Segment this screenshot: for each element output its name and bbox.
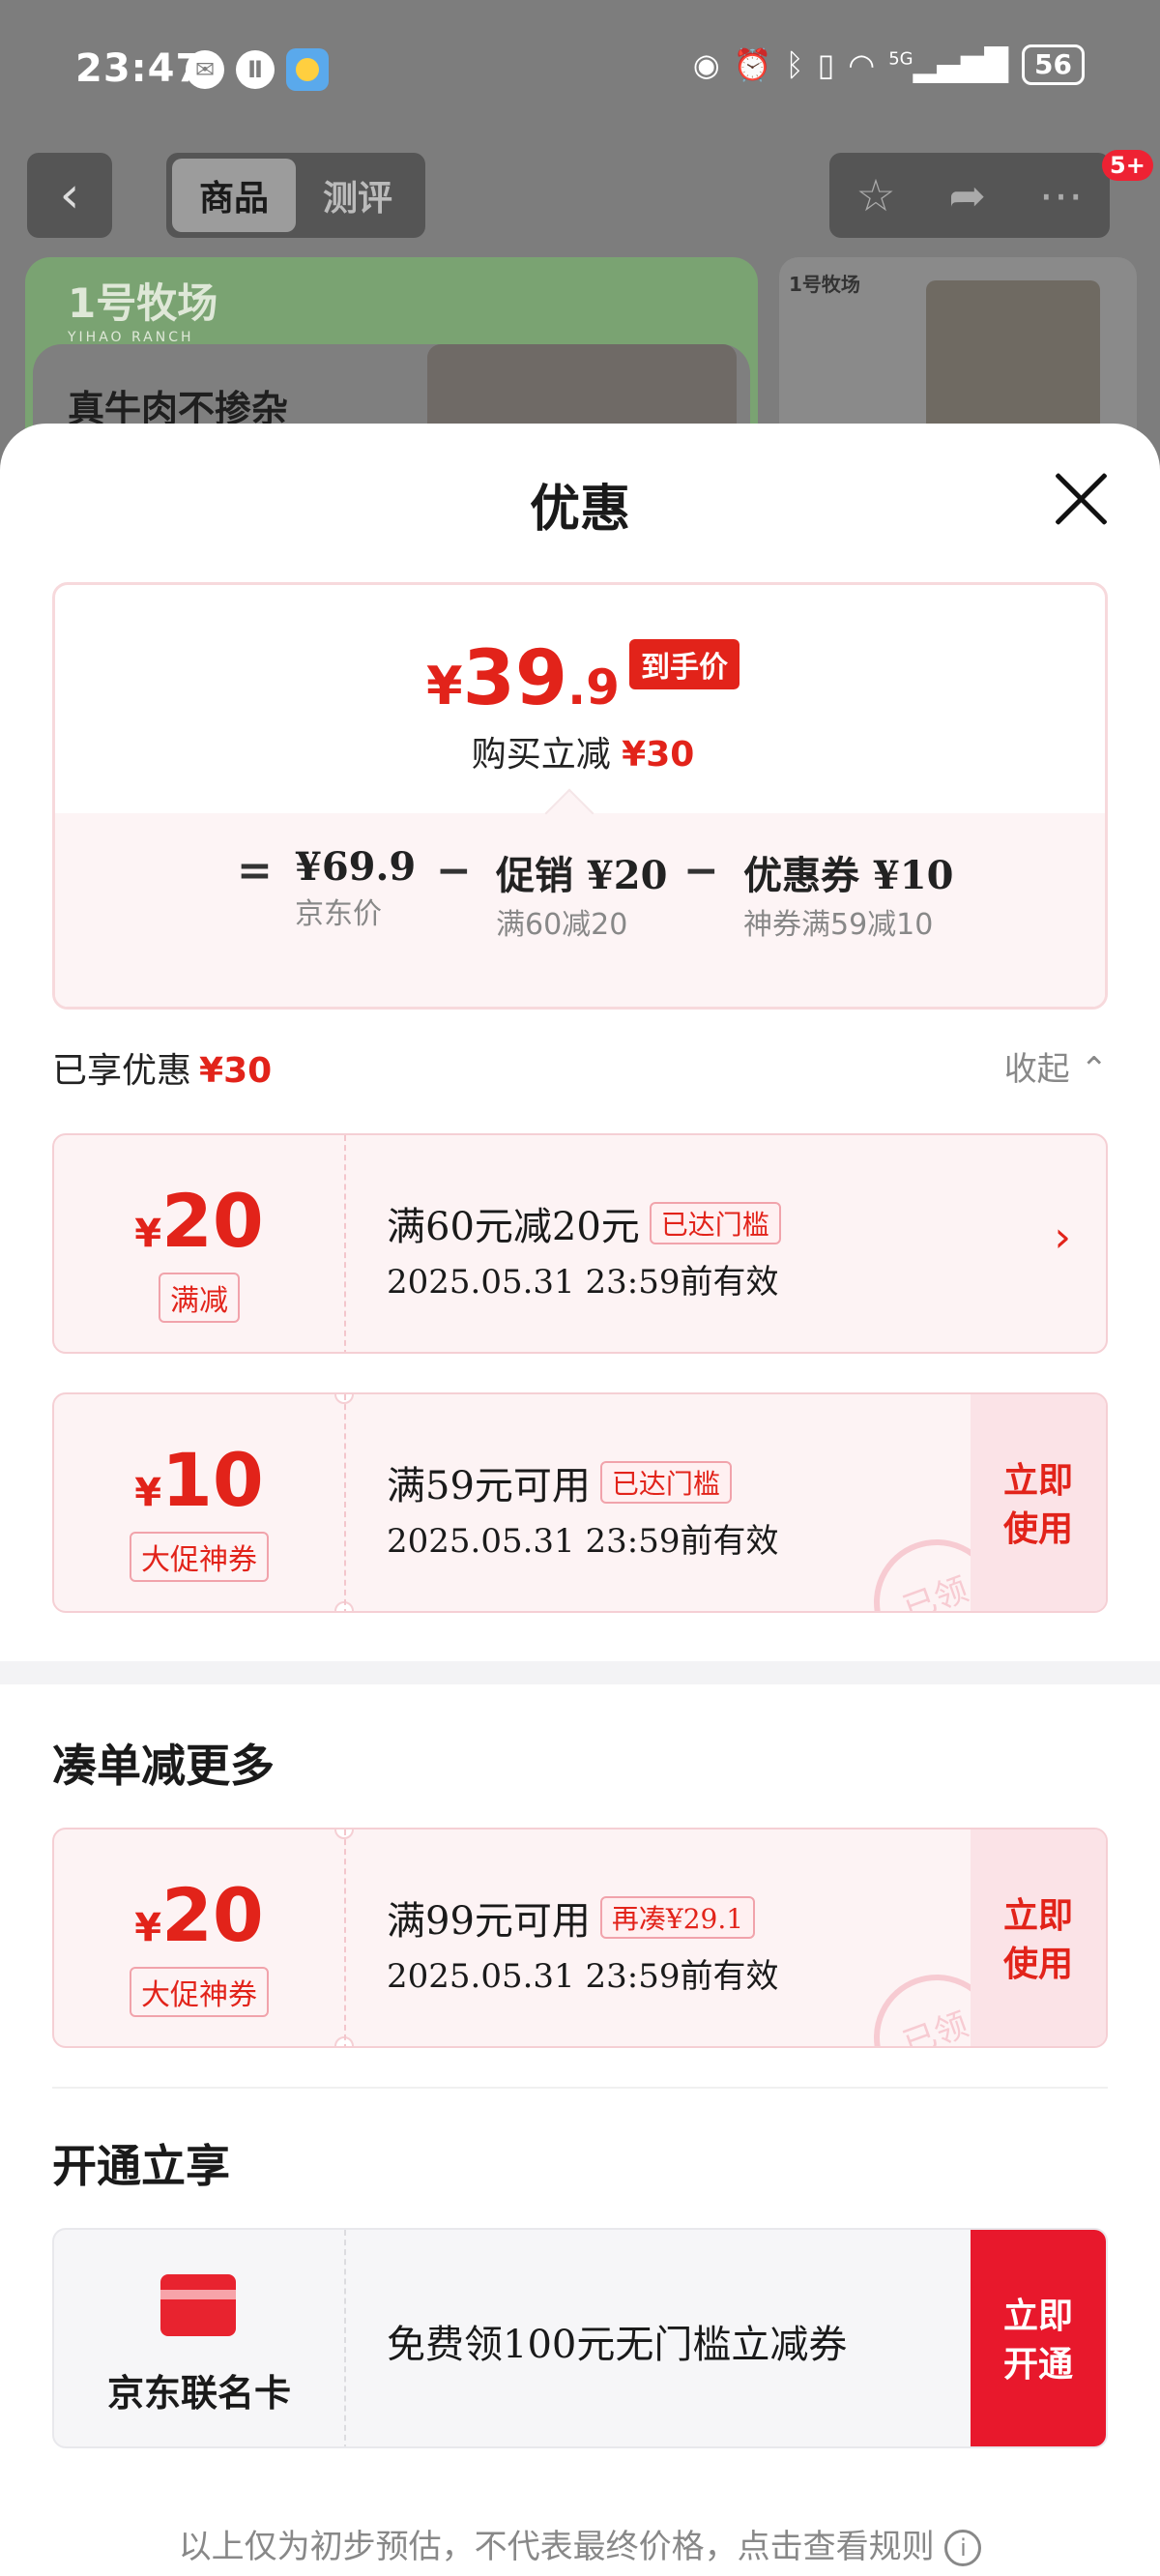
nav-tabs: 商品 测评: [166, 153, 425, 238]
section-title-more: 凑单减更多: [52, 1740, 275, 1792]
nav-actions: ☆ ➦ ⋯: [829, 153, 1110, 238]
coupon-type-tag: 大促神券: [130, 1967, 269, 2017]
battery-icon: 56: [1022, 44, 1085, 85]
wifi-icon: ◠: [848, 46, 876, 83]
coupon-validity: 2025.05.31 23:59前有效: [387, 1522, 779, 1561]
brand-logo: 1号牧场 YIHAO RANCH: [68, 279, 218, 345]
chevron-right-icon[interactable]: ›: [1054, 1213, 1071, 1262]
weather-icon: [286, 48, 329, 91]
star-icon[interactable]: ☆: [856, 169, 895, 221]
more-icon[interactable]: ⋯: [1039, 169, 1084, 221]
coupon-title: 满59元可用 已达门槛: [387, 1454, 732, 1510]
rules-footer[interactable]: 以上仅为初步预估，不代表最终价格，点击查看规则 i: [0, 2520, 1160, 2567]
price-summary: ¥39.9 到手价 购买立减 ¥30 = ¥69.9 京东价 − 促销 ¥20 满…: [52, 582, 1108, 1010]
coupon-title: 满99元可用 再凑¥29.1: [387, 1889, 756, 1946]
open-now-button[interactable]: 立即 开通: [971, 2230, 1106, 2446]
wechat-icon: ✉: [186, 50, 224, 89]
use-now-button[interactable]: 立即 使用: [971, 1830, 1106, 2046]
section-divider: [0, 1661, 1160, 1684]
final-price-tag: 到手价: [628, 639, 740, 689]
coupon-validity: 2025.05.31 23:59前有效: [387, 1263, 779, 1302]
chevron-up-icon: ⌃: [1080, 1050, 1109, 1089]
coupon-status-badge: 已达门槛: [649, 1202, 781, 1244]
alarm-icon: ⏰: [733, 46, 772, 83]
status-bar: 23:47 ✉ Ⅱ ◉ ⏰ ᛒ ▯ ◠ 5G▂▄▆█ 56: [0, 0, 1160, 145]
breakdown-coupon: 优惠券 ¥10 神券满59减10: [743, 853, 954, 942]
price-breakdown: = ¥69.9 京东价 − 促销 ¥20 满60减20 − 优惠券 ¥10 神券…: [55, 813, 1105, 1007]
tab-product[interactable]: 商品: [172, 159, 296, 232]
coupon-status-badge: 再凑¥29.1: [599, 1896, 756, 1939]
share-icon[interactable]: ➦: [948, 169, 986, 221]
coupon-validity: 2025.05.31 23:59前有效: [387, 1957, 779, 1996]
sheet-title: 优惠: [529, 480, 630, 539]
signal-icon: 5G▂▄▆█: [888, 46, 1009, 83]
coupon-amount: ¥20: [134, 1178, 264, 1264]
eye-icon: ◉: [692, 46, 720, 83]
coupon-amount: ¥10: [134, 1437, 264, 1523]
app-icon: Ⅱ: [236, 50, 275, 89]
enjoyed-discount-row: 已享优惠 ¥30 收起 ⌃: [52, 1042, 1108, 1100]
discount-sheet: 优惠 ¥39.9 到手价 购买立减 ¥30 = ¥69.9 京东价 − 促销 ¥2…: [0, 424, 1160, 2576]
notification-badge: 5+: [1102, 150, 1153, 181]
tab-review[interactable]: 测评: [296, 159, 420, 232]
collapse-toggle[interactable]: 收起 ⌃: [1004, 1042, 1108, 1090]
breakdown-promotion: 促销 ¥20 满60减20: [496, 853, 668, 942]
coupon-type-tag: 大促神券: [130, 1532, 269, 1582]
coupon-title: 满60元减20元 已达门槛: [387, 1195, 781, 1251]
coupon-card[interactable]: ¥10 大促神券 满59元可用 已达门槛 2025.05.31 23:59前有效 …: [52, 1392, 1108, 1613]
breakdown-jd-price: ¥69.9 京东价: [295, 844, 417, 931]
coupon-card[interactable]: ¥20 满减 满60元减20元 已达门槛 2025.05.31 23:59前有效 …: [52, 1133, 1108, 1354]
final-price: ¥39.9 到手价: [55, 635, 1105, 722]
reduction-text: 购买立减 ¥30: [471, 735, 695, 775]
credit-card-icon: [160, 2274, 236, 2336]
jd-card-offer[interactable]: 京东联名卡 免费领100元无门槛立减券 立即 开通: [52, 2228, 1108, 2448]
coupon-type-tag: 满减: [159, 1273, 240, 1323]
vibrate-icon: ▯: [817, 46, 835, 83]
status-time: 23:47: [75, 46, 204, 91]
card-name: 京东联名卡: [106, 2371, 291, 2415]
close-button[interactable]: [1052, 470, 1110, 528]
coupon-status-badge: 已达门槛: [599, 1461, 732, 1504]
info-icon[interactable]: i: [944, 2530, 982, 2566]
card-offer-description: 免费领100元无门槛立减券: [387, 2323, 848, 2367]
section-title-open: 开通立享: [52, 2140, 230, 2192]
use-now-button[interactable]: 立即 使用: [971, 1394, 1106, 1611]
coupon-card[interactable]: ¥20 大促神券 满99元可用 再凑¥29.1 2025.05.31 23:59前…: [52, 1828, 1108, 2048]
coupon-amount: ¥20: [134, 1872, 264, 1958]
bluetooth-icon: ᛒ: [785, 46, 804, 83]
back-button[interactable]: ‹: [27, 153, 112, 238]
